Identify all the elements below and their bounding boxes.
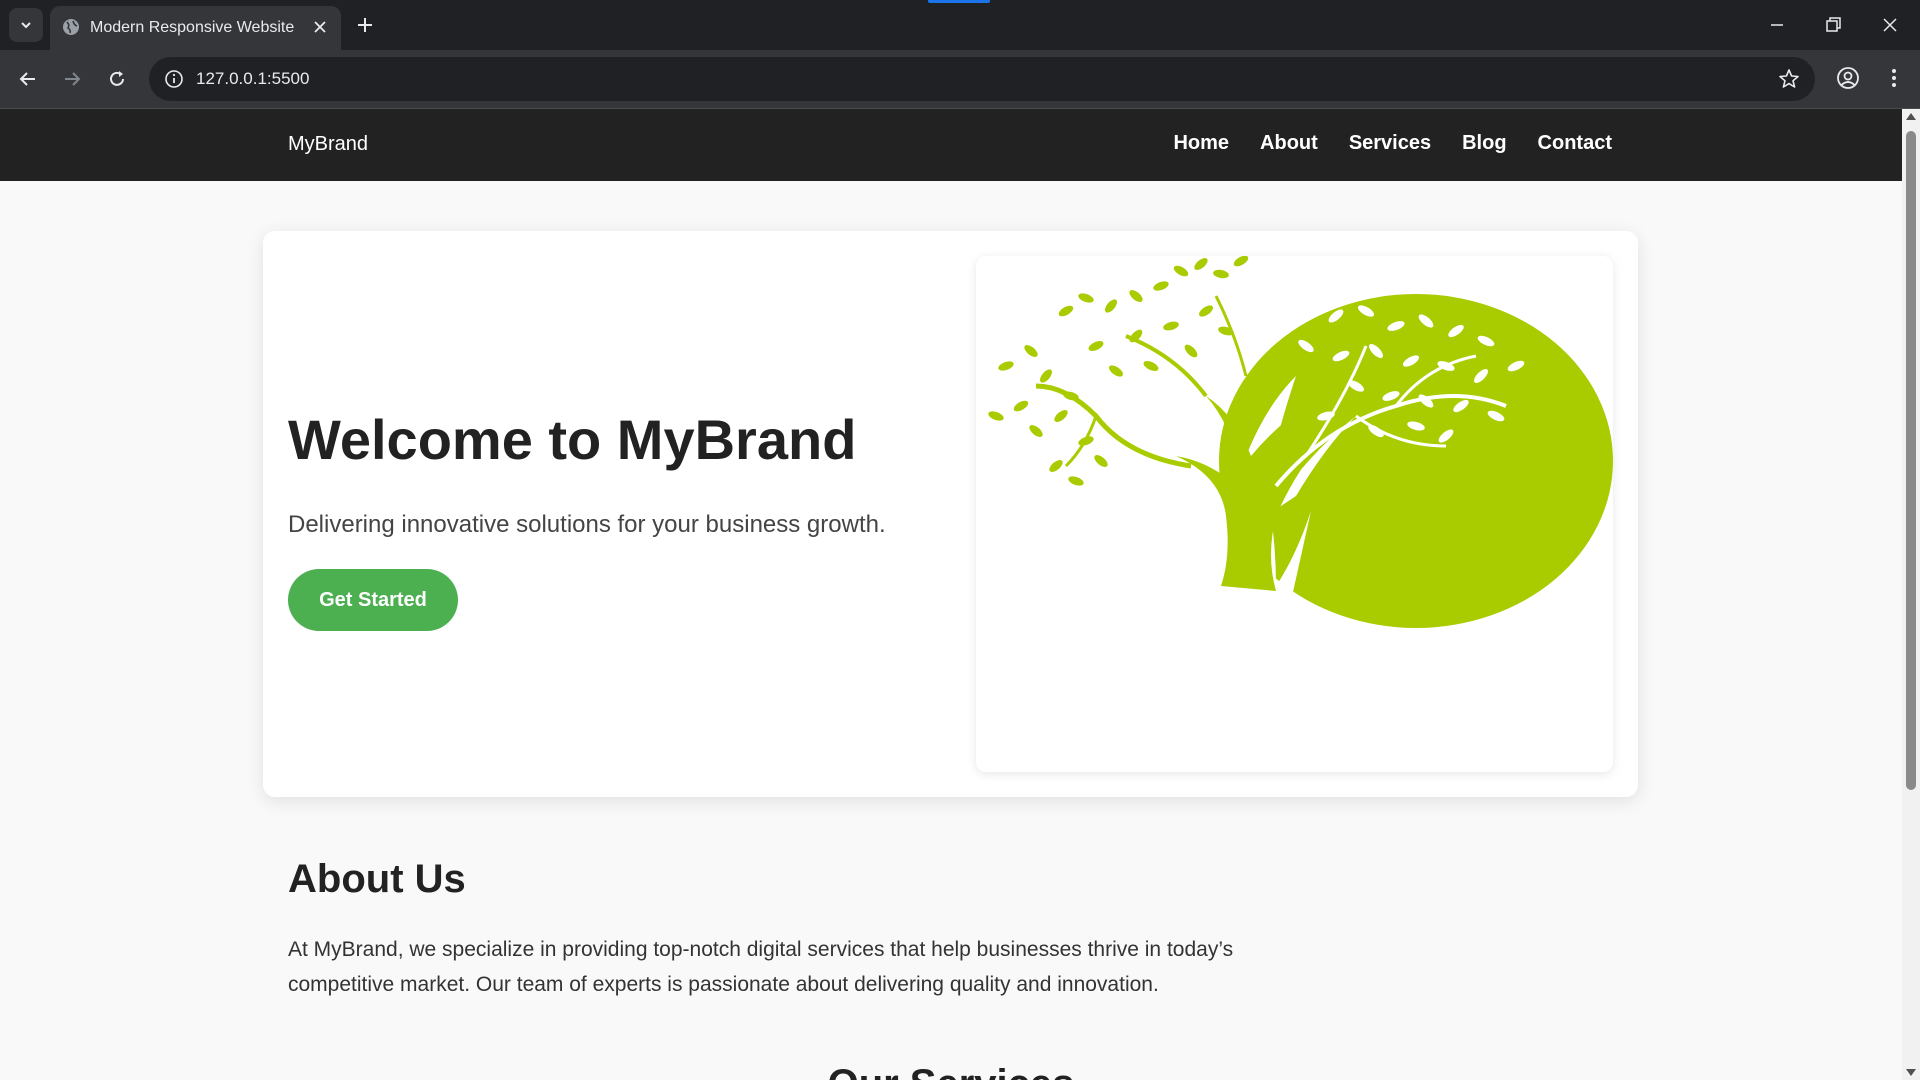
address-bar[interactable]: 127.0.0.1:5500 [149,57,1815,101]
scroll-up-arrow-icon[interactable] [1906,113,1916,120]
url-text: 127.0.0.1:5500 [196,69,310,88]
profile-icon[interactable] [1834,64,1862,92]
forward-button[interactable] [58,65,86,93]
services-title: Our Services [0,1062,1902,1080]
close-window-icon[interactable] [1878,13,1902,37]
browser-toolbar: 127.0.0.1:5500 [0,50,1920,109]
nav-link-home[interactable]: Home [1173,132,1229,155]
arrow-right-icon [65,72,81,86]
nav-link-contact[interactable]: Contact [1538,132,1612,155]
tree-logo-icon [988,256,1613,628]
arrow-left-icon [19,72,35,86]
scroll-thumb[interactable] [1906,131,1916,790]
page-viewport: MyBrand Home About Services Blog Contact… [0,109,1902,1080]
tab-search-button[interactable] [9,8,43,42]
chevron-down-icon [21,22,31,29]
globe-icon [63,19,79,35]
reload-button[interactable] [103,65,131,93]
browser-tabstrip: Modern Responsive Website [0,0,1920,50]
nav-links: Home About Services Blog Contact [1173,132,1612,155]
browser-tab[interactable]: Modern Responsive Website [50,6,341,50]
restore-icon[interactable] [1821,13,1845,37]
get-started-button[interactable]: Get Started [288,569,458,631]
nav-link-about[interactable]: About [1260,132,1318,155]
close-icon[interactable] [311,18,329,36]
tab-title: Modern Responsive Website [90,19,295,36]
about-title: About Us [288,857,466,901]
kebab-menu-icon[interactable] [1882,64,1906,92]
reload-icon [110,71,124,86]
nav-link-services[interactable]: Services [1349,132,1431,155]
brand-logo[interactable]: MyBrand [288,133,368,156]
tab-indicator [928,0,990,3]
site-navbar: MyBrand Home About Services Blog Contact [0,109,1902,181]
info-icon[interactable] [163,68,185,90]
hero-image [976,256,1613,772]
minimize-icon[interactable] [1765,13,1789,37]
hero-title: Welcome to MyBrand [288,408,857,471]
back-button[interactable] [14,65,42,93]
hero-subtitle: Delivering innovative solutions for your… [288,511,886,538]
bookmark-star-icon[interactable] [1777,67,1801,91]
page-scrollbar[interactable] [1902,109,1920,1080]
hero-card: Welcome to MyBrand Delivering innovative… [263,231,1638,797]
scroll-down-arrow-icon[interactable] [1906,1069,1916,1076]
new-tab-icon[interactable] [354,14,376,36]
about-text: At MyBrand, we specialize in providing t… [288,938,1234,996]
nav-link-blog[interactable]: Blog [1462,132,1506,155]
